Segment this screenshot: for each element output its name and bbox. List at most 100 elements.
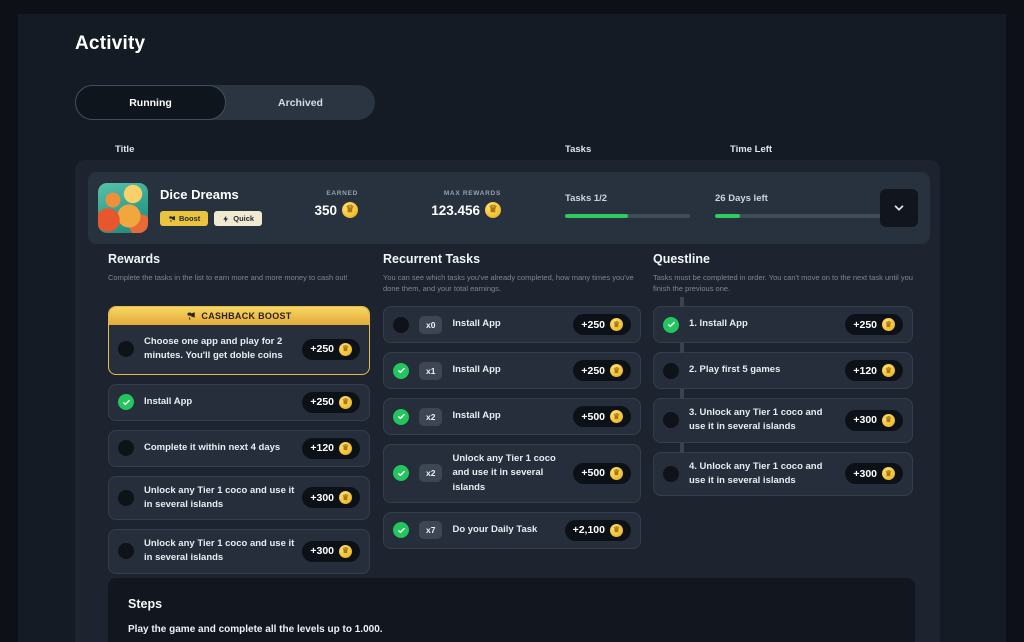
reward-amount: +250 [853, 319, 877, 331]
coin-icon [610, 524, 623, 537]
max-rewards-label: MAX REWARDS [444, 190, 501, 197]
reward-task-item[interactable]: Unlock any Tier 1 coco and use it in sev… [108, 476, 370, 521]
recurrent-task-item[interactable]: x2 Unlock any Tier 1 coco and use it in … [383, 444, 641, 503]
task-status-icon [393, 363, 409, 379]
rewards-section: Rewards Complete the tasks in the list t… [108, 252, 370, 574]
reward-amount: +300 [310, 545, 334, 557]
task-status-icon [118, 440, 134, 456]
quick-badge-label: Quick [233, 214, 254, 223]
task-text: Install App [452, 363, 565, 377]
task-status-icon [393, 522, 409, 538]
recurrent-task-item[interactable]: x0 Install App +250 [383, 306, 641, 343]
tab-running[interactable]: Running [75, 85, 226, 120]
task-status-icon [393, 409, 409, 425]
reward-task-item[interactable]: Unlock any Tier 1 coco and use it in sev… [108, 529, 370, 574]
reward-amount: +2,100 [573, 524, 605, 536]
reward-amount: +250 [581, 319, 605, 331]
earned-stat: EARNED 350 [268, 190, 358, 218]
task-text: Do your Daily Task [452, 523, 556, 537]
task-text: Install App [452, 317, 565, 331]
check-icon [122, 398, 131, 407]
reward-badge: +2,100 [565, 520, 631, 541]
lightning-icon [222, 215, 230, 223]
reward-task-item[interactable]: Install App +250 [108, 384, 370, 421]
reward-amount: +500 [581, 411, 605, 423]
reward-amount: +300 [853, 414, 877, 426]
time-left-label: 26 Days left [715, 193, 890, 204]
collapse-row-button[interactable] [880, 189, 918, 227]
time-left-progress-bar [715, 214, 890, 218]
completion-count-badge: x2 [419, 408, 442, 426]
recurrent-task-item[interactable]: x2 Install App +500 [383, 398, 641, 435]
questline-task-item[interactable]: 3. Unlock any Tier 1 coco and use it in … [653, 398, 913, 443]
completion-count-badge: x7 [419, 521, 442, 539]
completion-count-badge: x0 [419, 316, 442, 334]
reward-badge: +120 [845, 360, 903, 381]
recurrent-tasks-section: Recurrent Tasks You can see which tasks … [383, 252, 641, 549]
check-icon [667, 320, 676, 329]
task-status-icon [663, 363, 679, 379]
rewards-title: Rewards [108, 252, 370, 266]
reward-amount: +120 [853, 365, 877, 377]
earned-label: EARNED [326, 190, 358, 197]
steps-title: Steps [128, 597, 895, 611]
coin-icon [610, 364, 623, 377]
questline-task-item[interactable]: 2. Play first 5 games +120 [653, 352, 913, 389]
check-icon [397, 366, 406, 375]
steps-section: Steps Play the game and complete all the… [108, 578, 915, 642]
tab-bar: Running Archived [75, 85, 375, 120]
rewards-task-list: Install App +250 Complete it within nex [108, 384, 370, 574]
time-left-progress: 26 Days left [715, 193, 890, 218]
coin-icon [882, 414, 895, 427]
boost-badge: Boost [160, 211, 208, 226]
rewards-description: Complete the tasks in the list to earn m… [108, 273, 370, 295]
megaphone-icon [186, 311, 196, 321]
coin-icon [610, 318, 623, 331]
reward-badge: +500 [573, 406, 631, 427]
coin-icon [882, 467, 895, 480]
task-status-icon [118, 394, 134, 410]
task-text: Install App [452, 409, 565, 423]
coin-icon [882, 318, 895, 331]
questline-task-item[interactable]: 1. Install App +250 [653, 306, 913, 343]
recurrent-task-item[interactable]: x7 Do your Daily Task +2,100 [383, 512, 641, 549]
reward-task-item[interactable]: Complete it within next 4 days +120 [108, 430, 370, 467]
check-icon [397, 469, 406, 478]
coin-icon [339, 396, 352, 409]
coin-icon [339, 442, 352, 455]
column-header-time-left: Time Left [730, 144, 772, 155]
questline-title: Questline [653, 252, 913, 266]
reward-badge: +250 [845, 314, 903, 335]
page-title: Activity [75, 33, 145, 55]
task-status-icon [663, 412, 679, 428]
recurrent-task-item[interactable]: x1 Install App +250 [383, 352, 641, 389]
task-status-icon [663, 317, 679, 333]
reward-badge: +300 [845, 463, 903, 484]
reward-badge: +300 [302, 487, 360, 508]
activity-panel: Dice Dreams Boost Quick EARNED 350 [75, 160, 940, 642]
coin-icon [485, 202, 501, 218]
reward-amount: +120 [310, 442, 334, 454]
coin-icon [339, 545, 352, 558]
cashback-boost-task[interactable]: CASHBACK BOOST Choose one app and play f… [108, 306, 370, 375]
game-row[interactable]: Dice Dreams Boost Quick EARNED 350 [88, 172, 930, 244]
task-text: Choose one app and play for 2 minutes. Y… [144, 335, 294, 364]
tab-archived[interactable]: Archived [226, 85, 375, 120]
questline-section: Questline Tasks must be completed in ord… [653, 252, 913, 496]
tasks-progress-bar [565, 214, 690, 218]
questline-task-list: 1. Install App +250 2. Play first 5 game… [653, 306, 913, 496]
reward-amount: +250 [581, 365, 605, 377]
recurrent-task-list: x0 Install App +250 x1 Install App [383, 306, 641, 549]
completion-count-badge: x1 [419, 362, 442, 380]
reward-badge: +120 [302, 438, 360, 459]
coin-icon [610, 467, 623, 480]
recurrent-tasks-description: You can see which tasks you've already c… [383, 273, 641, 295]
completion-count-badge: x2 [419, 464, 442, 482]
task-status-icon [663, 466, 679, 482]
earned-value: 350 [314, 203, 337, 218]
questline-task-item[interactable]: 4. Unlock any Tier 1 coco and use it in … [653, 452, 913, 497]
cashback-boost-label: CASHBACK BOOST [201, 311, 291, 321]
max-rewards-value: 123.456 [431, 203, 480, 218]
coin-icon [339, 343, 352, 356]
reward-amount: +500 [581, 467, 605, 479]
